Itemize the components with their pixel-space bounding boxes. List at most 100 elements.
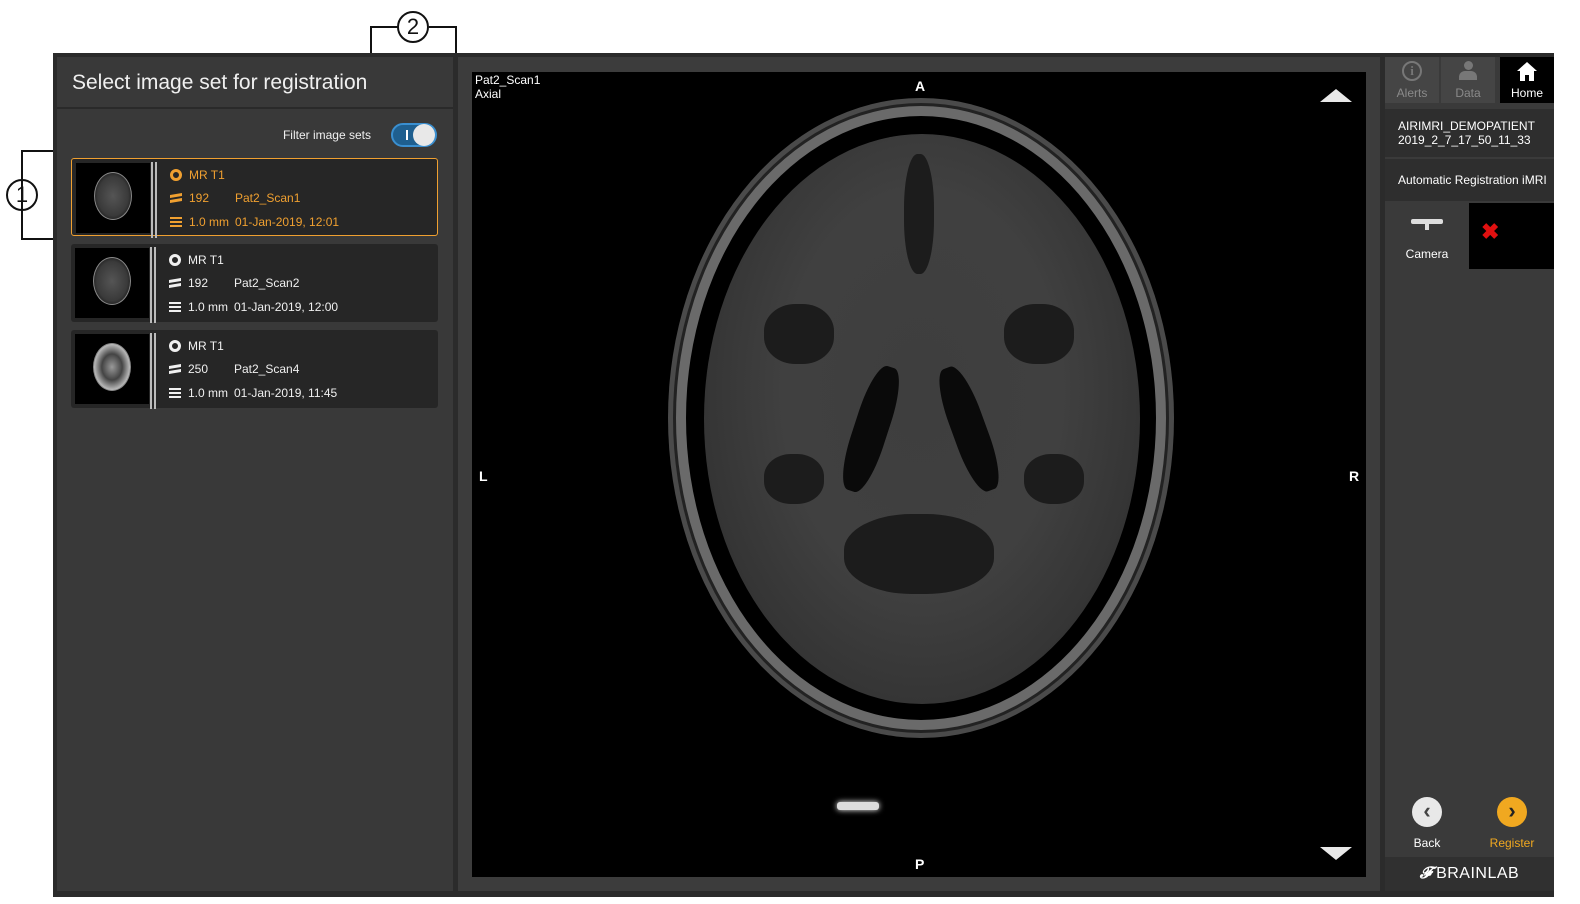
toggle-on-indicator: [406, 130, 408, 140]
brain-thumbnail-image: [94, 172, 132, 220]
slice-thickness: 1.0 mm: [188, 300, 229, 314]
image-set-panel: Select image set for registration Filter…: [57, 57, 453, 891]
patient-info[interactable]: AIRIMRI_DEMOPATIENT 2019_2_7_17_50_11_33: [1385, 109, 1554, 157]
orientation-posterior: P: [915, 856, 925, 872]
orientation-right: R: [1349, 468, 1360, 484]
scroll-down-arrow-icon[interactable]: [1320, 847, 1352, 860]
stack-edge: [150, 333, 152, 409]
slices-icon: [169, 361, 181, 377]
bottom-navigation: ‹ Back › Register: [1385, 789, 1554, 855]
scan-thumbnail: [75, 247, 156, 323]
screenshot-root: 2 1 Select image set for registration Fi…: [0, 0, 1580, 904]
ventricle: [930, 362, 1008, 496]
patient-data-icon: [1458, 61, 1478, 81]
tab-data[interactable]: Data: [1441, 57, 1495, 103]
sulcus: [764, 454, 824, 504]
home-icon: [1516, 62, 1538, 82]
brain-thumbnail-image: [93, 257, 131, 305]
slice-count: 192: [188, 276, 209, 290]
scan-name: Pat2_Scan1: [235, 191, 301, 205]
viewer-scan-name: Pat2_Scan1: [475, 73, 541, 87]
scan-thumbnail: [76, 162, 157, 238]
brand-name: BRAINLAB: [1436, 865, 1520, 882]
info-icon: i: [1402, 61, 1422, 81]
sulcus: [764, 304, 834, 364]
modality-icon: [170, 169, 182, 181]
orientation-anterior: A: [915, 78, 926, 94]
scan-thumbnail: [75, 333, 156, 409]
brainlab-logo: 𝓕 BRAINLAB: [1385, 857, 1554, 891]
chevron-left-icon: ‹: [1412, 797, 1442, 827]
scan-date: 01-Jan-2019, 11:45: [234, 386, 338, 400]
ventricle: [834, 361, 908, 497]
patient-date: 2019_2_7_17_50_11_33: [1398, 133, 1531, 147]
sulcus: [844, 514, 994, 594]
camera-button[interactable]: Camera: [1385, 203, 1469, 269]
back-label: Back: [1413, 836, 1441, 850]
sulcus: [1004, 304, 1074, 364]
mri-brain-image: [704, 134, 1140, 704]
camera-icon: [1411, 217, 1443, 231]
navigation-panel: i Alerts Data Home AIRIMRI_DEMOPATIENT 2…: [1385, 57, 1554, 891]
stack-edge: [155, 162, 157, 238]
callout-2-bracket-top-left: [370, 26, 398, 28]
callout-2: 2: [397, 11, 429, 43]
slice-thickness-icon: [169, 387, 181, 399]
stack-edge: [154, 247, 156, 323]
modality: MR T1: [188, 253, 224, 267]
toggle-knob: [413, 124, 435, 146]
sulcus: [904, 154, 934, 274]
callout-1-bracket-left: [21, 150, 23, 240]
camera-label: Camera: [1405, 247, 1449, 261]
slice-count: 250: [188, 362, 209, 376]
modality-icon: [169, 254, 181, 266]
stack-edge: [154, 333, 156, 409]
workflow-label: Automatic Registration iMRI: [1398, 173, 1547, 187]
slice-thickness: 1.0 mm: [188, 386, 229, 400]
scan-date: 01-Jan-2019, 12:01: [235, 215, 340, 229]
image-set-item[interactable]: MR T1 192 Pat2_Scan1 1.0 mm 01-Jan-2019,…: [71, 158, 438, 238]
modality-icon: [169, 340, 181, 352]
modality: MR T1: [188, 339, 224, 353]
chevron-right-icon: ›: [1497, 797, 1527, 827]
stack-edge: [151, 162, 153, 238]
tab-label: Home: [1510, 86, 1543, 100]
modality: MR T1: [189, 168, 225, 182]
patient-name: AIRIMRI_DEMOPATIENT: [1398, 119, 1535, 133]
filter-image-sets-toggle[interactable]: [391, 123, 437, 147]
tab-alerts[interactable]: i Alerts: [1385, 57, 1439, 103]
tab-label: Data: [1455, 86, 1481, 100]
slices-icon: [169, 275, 181, 291]
slices-icon: [170, 190, 182, 206]
error-x-icon: ✖: [1481, 219, 1500, 244]
scroll-up-arrow-icon[interactable]: [1320, 89, 1352, 102]
callout-2-bracket-top-right: [429, 26, 457, 28]
scan-name: Pat2_Scan2: [234, 276, 300, 290]
fiducial-marker: [837, 802, 879, 810]
divider: [57, 107, 453, 109]
stack-edge: [150, 247, 152, 323]
slice-count: 192: [189, 191, 210, 205]
back-button[interactable]: ‹ Back: [1385, 789, 1469, 855]
scan-name: Pat2_Scan4: [234, 362, 300, 376]
slice-thickness: 1.0 mm: [189, 215, 230, 229]
slice-thickness-icon: [169, 301, 181, 313]
panel-title: Select image set for registration: [72, 71, 368, 94]
filter-image-sets-label: Filter image sets: [282, 128, 371, 142]
brainlab-app-window: Select image set for registration Filter…: [53, 53, 1554, 897]
camera-status: ✖: [1469, 203, 1554, 269]
image-set-item[interactable]: MR T1 192 Pat2_Scan2 1.0 mm 01-Jan-2019,…: [71, 244, 438, 323]
viewer-plane: Axial: [475, 87, 502, 101]
mri-viewer[interactable]: Pat2_Scan1 Axial A P L R: [472, 72, 1366, 877]
image-set-item[interactable]: MR T1 250 Pat2_Scan4 1.0 mm 01-Jan-2019,…: [71, 330, 438, 409]
brainlab-logo-mark-icon: 𝓕: [1419, 865, 1433, 882]
register-button[interactable]: › Register: [1470, 789, 1554, 855]
tab-home[interactable]: Home: [1500, 57, 1554, 103]
tab-label: Alerts: [1396, 86, 1428, 100]
register-label: Register: [1489, 836, 1535, 850]
slice-thickness-icon: [170, 216, 182, 228]
workflow-step[interactable]: Automatic Registration iMRI: [1385, 159, 1554, 201]
sulcus: [1024, 454, 1084, 504]
orientation-left: L: [479, 468, 488, 484]
brain-thumbnail-image: [93, 343, 131, 391]
